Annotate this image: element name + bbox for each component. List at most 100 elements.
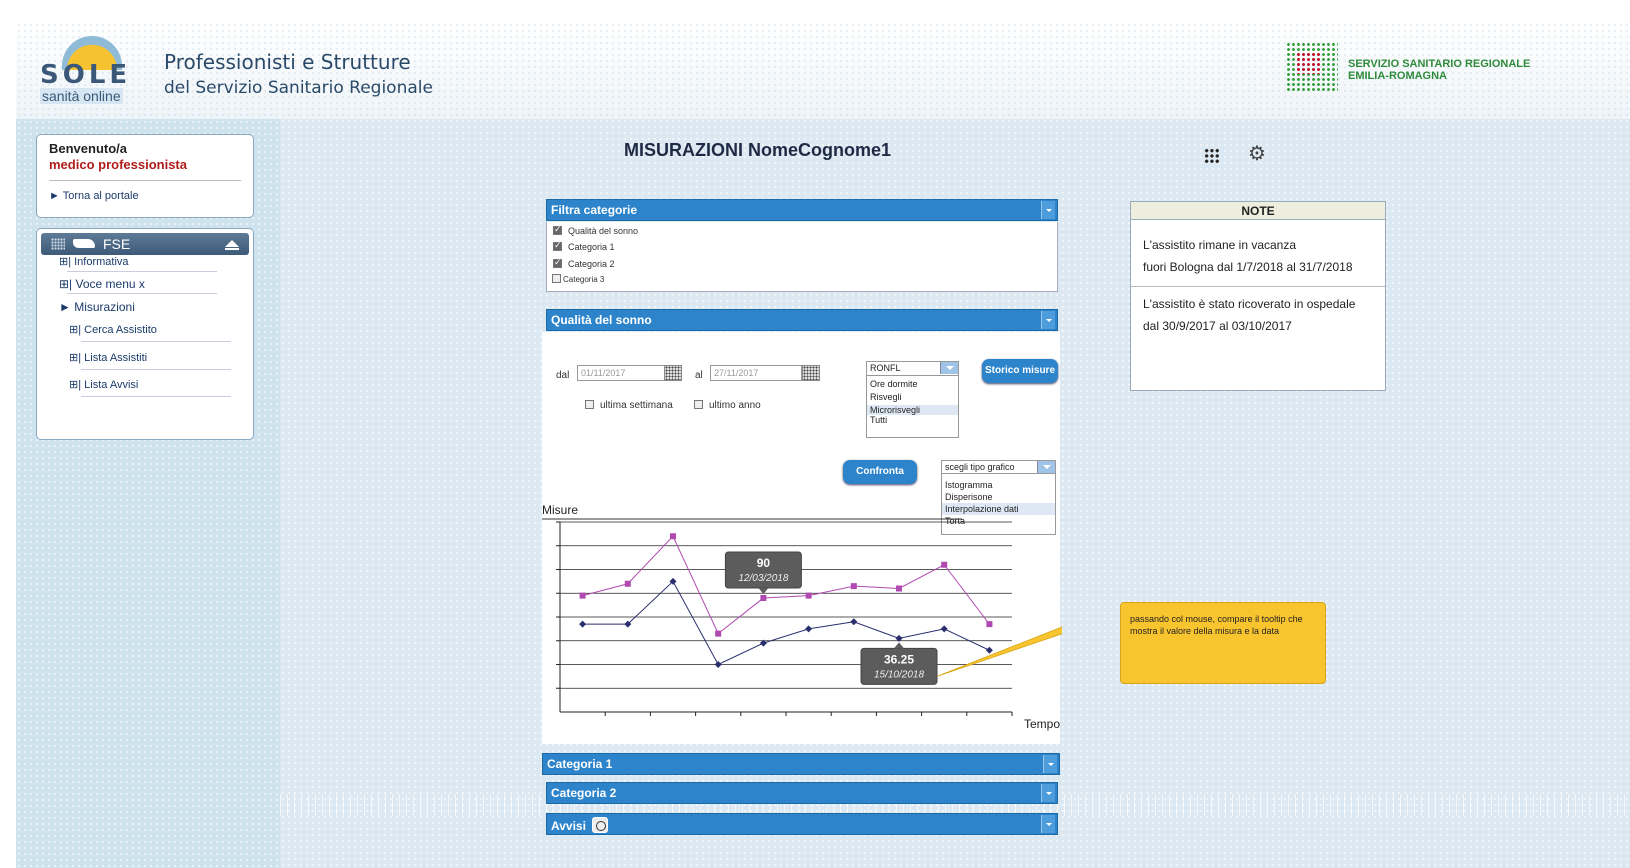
calendar-icon[interactable] (664, 365, 682, 381)
data-point (986, 621, 993, 628)
note-text: dal 30/9/2017 al 03/10/2017 (1143, 319, 1292, 333)
category1-header[interactable]: Categoria 1 (542, 753, 1060, 775)
checkbox[interactable] (553, 257, 562, 268)
page-title: MISURAZIONI NomeCognome1 (624, 140, 892, 160)
data-point (760, 595, 767, 601)
checkbox[interactable] (553, 240, 562, 251)
apps-grid-icon[interactable] (1204, 148, 1220, 164)
note-text: L'assistito è stato ricoverato in ospeda… (1143, 297, 1356, 311)
sidebar-item-voce-menu[interactable]: ⊞| Voce menu x (59, 277, 145, 291)
last-week-label: ultima settimana (600, 400, 673, 411)
fse-menu-header[interactable]: FSE (41, 233, 249, 255)
measurements-line-chart: Misure Tempo 90 12/03/2018 36.25 15/10/2018 (542, 503, 1062, 731)
ssr-line1: SERVIZIO SANITARIO REGIONALE (1348, 58, 1531, 70)
sleep-quality-title: Qualità del sonno (551, 313, 652, 327)
chevron-down-icon[interactable] (940, 362, 958, 374)
category-checkbox-row[interactable]: Categoria 2 (553, 257, 615, 269)
measure-select-head[interactable]: RONFL (867, 362, 958, 376)
chevron-down-icon[interactable] (1037, 461, 1055, 473)
last-year-checkbox[interactable]: ultimo anno (694, 400, 761, 411)
filter-categories-header[interactable]: Filtra categorie (546, 199, 1058, 221)
chevron-down-icon[interactable] (1041, 815, 1055, 833)
avvisi-header[interactable]: Avvisi (546, 813, 1058, 835)
last-week-checkbox[interactable]: ultima settimana (585, 400, 673, 411)
tooltip-callout: passando col mouse, compare il tooltip c… (1120, 602, 1326, 684)
sidebar-item-informativa[interactable]: ⊞| Informativa (59, 255, 129, 268)
sidebar-item-cerca-assistito[interactable]: ⊞| Cerca Assistito (69, 323, 157, 336)
sidebar-item-misurazioni[interactable]: ► Misurazioni (59, 300, 135, 314)
data-point (850, 583, 857, 590)
compare-button[interactable]: Confronta (843, 460, 917, 484)
measure-select[interactable]: RONFL Ore dormite Risvegli Microrisvegli… (866, 361, 959, 438)
checkbox[interactable] (585, 400, 594, 409)
category-checkbox-row[interactable]: Qualità del sonno (553, 224, 639, 236)
to-label: al (695, 370, 703, 381)
data-point (714, 661, 722, 668)
grid-icon (51, 238, 65, 250)
category-label: Qualità del sonno (568, 226, 639, 236)
chevron-down-icon[interactable] (1041, 784, 1055, 802)
ssr-line2: EMILIA-ROMAGNA (1348, 70, 1447, 82)
history-button[interactable]: Storico misure (982, 359, 1058, 383)
logo-word: SOLE (40, 60, 132, 90)
measure-option[interactable]: Ore dormite (867, 379, 958, 389)
checkbox[interactable] (552, 274, 561, 283)
welcome-box: Benvenuto/a medico professionista ► Torn… (36, 134, 254, 218)
category-checkbox-row[interactable]: Categoria 1 (553, 240, 615, 252)
chevron-down-icon[interactable] (1043, 755, 1057, 773)
sidebar-item-lista-avvisi[interactable]: ⊞| Lista Avvisi (69, 378, 138, 391)
data-point (985, 646, 993, 654)
data-point (941, 561, 948, 568)
tooltip-value: 90 (757, 556, 771, 570)
chart-type-option[interactable]: Istogramma (942, 479, 1055, 491)
measure-option[interactable]: Microrisvegli (867, 405, 958, 415)
ssr-logo-text: SERVIZIO SANITARIO REGIONALE EMILIA-ROMA… (1348, 58, 1530, 82)
checkbox[interactable] (553, 224, 562, 235)
fse-menu-title: FSE (103, 236, 131, 252)
checkbox[interactable] (694, 400, 703, 409)
filter-categories-title: Filtra categorie (551, 203, 638, 217)
category-label: Categoria 1 (568, 242, 615, 252)
measure-option[interactable]: Risvegli (867, 392, 958, 402)
site-subtitle: del Servizio Sanitario Regionale (164, 78, 433, 98)
sole-logo[interactable]: SOLE sanità online (36, 36, 146, 104)
callout-pointer (936, 626, 1062, 677)
to-date-input[interactable]: 27/11/2017 (710, 365, 802, 381)
data-point (579, 592, 586, 599)
tooltip-date: 12/03/2018 (738, 573, 788, 584)
divider (67, 271, 217, 272)
ssr-logo-icon (1286, 42, 1338, 92)
calendar-icon[interactable] (802, 365, 820, 381)
back-to-portal-link[interactable]: ► Torna al portale (49, 190, 241, 202)
user-role: medico professionista (49, 157, 187, 172)
chart-type-select-value: scegli tipo grafico (945, 462, 1015, 472)
note-text: fuori Bologna dal 1/7/2018 al 31/7/2018 (1143, 260, 1353, 274)
sleep-quality-header[interactable]: Qualità del sonno (546, 309, 1058, 331)
measure-option[interactable]: Tutti (867, 415, 958, 425)
collapse-icon[interactable] (225, 240, 239, 250)
chevron-down-icon[interactable] (1041, 201, 1055, 219)
sidebar-item-lista-assistiti[interactable]: ⊞| Lista Assistiti (69, 351, 147, 364)
chevron-down-icon[interactable] (1041, 311, 1055, 329)
alert-icon[interactable] (591, 817, 608, 833)
data-point (579, 620, 587, 628)
category2-title: Categoria 2 (551, 786, 617, 800)
divider (81, 341, 231, 342)
measure-select-value: RONFL (870, 363, 901, 373)
logo-subtitle: sanità online (40, 88, 123, 104)
data-point (715, 630, 722, 637)
chart-type-select-head[interactable]: scegli tipo grafico (942, 461, 1055, 474)
divider (81, 396, 231, 397)
gear-icon[interactable]: ⚙ (1248, 144, 1266, 164)
data-point (805, 625, 813, 633)
category2-header[interactable]: Categoria 2 (546, 782, 1058, 804)
category-label: Categoria 3 (563, 275, 605, 284)
site-title: Professionisti e Strutture (164, 50, 411, 74)
tooltip-value: 36.25 (884, 652, 914, 666)
filter-categories-list: Qualità del sonno Categoria 1 Categoria … (546, 222, 1058, 292)
welcome-greeting: Benvenuto/a (49, 141, 128, 156)
data-point (624, 580, 631, 587)
category-checkbox-row[interactable]: Categoria 3 (552, 274, 604, 284)
data-point (940, 625, 948, 633)
from-date-input[interactable]: 01/11/2017 (577, 365, 665, 381)
